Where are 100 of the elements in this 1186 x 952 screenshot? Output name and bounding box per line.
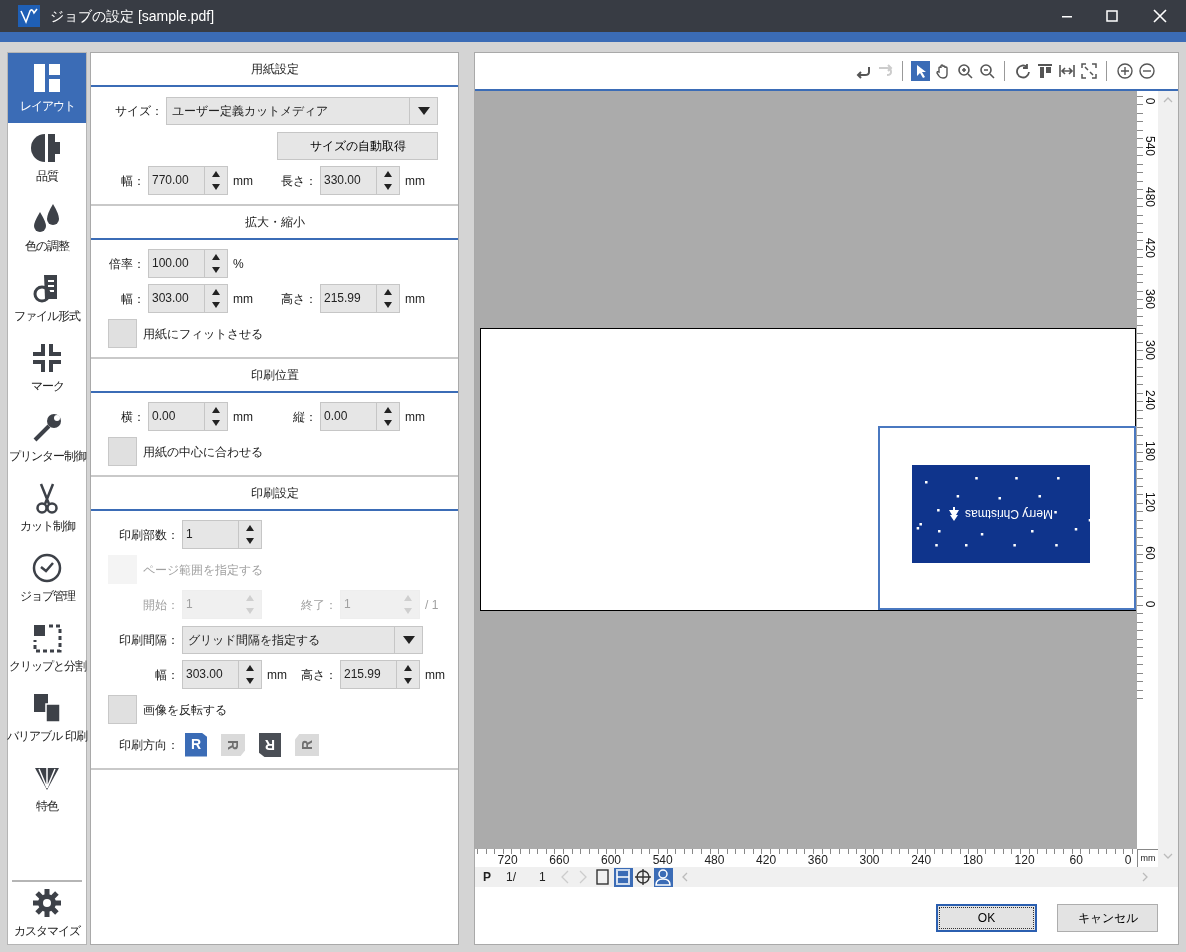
number-field[interactable]: 303.00 [182,660,262,689]
dropdown[interactable]: ユーザー定義カットメディア [166,96,438,125]
hand-icon [934,63,951,79]
number-field[interactable]: 303.00 [148,284,228,313]
page-number: 1/ [506,869,517,886]
number-field[interactable]: 330.00 [320,166,400,195]
down-arrow-icon [211,301,221,310]
number-field[interactable]: 0.00 [320,402,400,431]
up-arrow-icon [383,405,393,414]
ruler-label: 420 [756,854,777,866]
maximize-icon [1105,10,1118,22]
sidebar-item[interactable]: ファイル形式 [8,263,86,333]
ruler-label: 600 [601,854,621,866]
customize-item[interactable]: カスタマイズ [12,882,82,944]
up-arrow-icon [245,663,255,672]
dropdown[interactable]: グリッド間隔を指定する [182,625,423,654]
unit-label: mm [404,408,426,426]
ruler-label: 240 [1144,390,1156,411]
down-arrow-icon [403,677,413,686]
dropdown-arrow-icon [416,105,431,116]
number-field[interactable]: 0.00 [148,402,228,431]
toolbar-button[interactable] [1079,61,1098,81]
sidebar-item[interactable]: マーク [8,333,86,403]
toolbar-button[interactable] [911,61,930,81]
toolbar-button[interactable] [955,61,974,81]
view-button[interactable] [653,867,673,887]
down-arrow-icon [245,607,255,616]
field-label: 幅： [154,666,180,684]
fit-page-icon [1080,63,1097,79]
unit-label: mm [266,666,288,684]
field-label: サイズ： [114,102,164,120]
ruler-label: 300 [1144,339,1156,360]
field-label: 印刷部数： [118,526,180,544]
down-arrow-icon [383,301,393,310]
ruler-label: 300 [859,854,880,866]
unit-label: % [232,255,245,273]
down-arrow-icon [211,183,221,192]
selected-image-frame[interactable]: Merry Christmas [878,426,1136,610]
unit-label: mm [424,666,446,684]
number-field[interactable]: 100.00 [148,249,228,278]
orientation-option[interactable]: R [185,732,207,757]
field-label: 縦： [292,408,318,426]
unit-label: mm [232,290,254,308]
page-prefix: P [483,869,491,886]
ruler-label: 660 [549,854,570,866]
up-arrow-icon [211,405,221,414]
sidebar-item[interactable]: 特色 [8,753,86,823]
sidebar-item[interactable]: 色の調整 [8,193,86,263]
ruler-label: 120 [1014,854,1035,866]
wrench-icon [31,411,63,444]
page-count: 1 [539,869,546,886]
sidebar-item[interactable]: カット制御 [8,473,86,543]
up-arrow-icon [403,593,413,602]
toolbar-button[interactable] [1013,61,1032,81]
up-arrow-icon [211,252,221,261]
number-field[interactable]: 770.00 [148,166,228,195]
sidebar-item[interactable]: クリップと分割 [8,613,86,683]
auto-size-button[interactable]: サイズの自動取得 [277,131,438,160]
ruler-label: 360 [807,854,828,866]
cancel-button[interactable]: キャンセル [1057,904,1158,932]
number-field[interactable]: 1 [182,520,262,549]
up-arrow-icon [383,169,393,178]
number-field[interactable]: 215.99 [320,284,400,313]
artwork-text: Merry Christmas [965,506,1053,523]
view-button[interactable] [633,867,653,887]
up-arrow-icon [211,169,221,178]
section-header: 印刷設定 [91,477,458,511]
unit-label: mm [404,172,426,190]
down-arrow-icon [245,677,255,686]
toolbar-button[interactable] [1137,61,1156,81]
field-label: 印刷方向： [118,736,180,754]
ruler-label: 60 [1144,546,1156,560]
sidebar-item[interactable]: ジョブ管理 [8,543,86,613]
checkbox[interactable] [108,319,137,348]
down-arrow-icon [403,607,413,616]
ok-button[interactable]: OK [936,904,1037,932]
ruler-label: 360 [1144,288,1156,309]
crop-marks-icon [31,341,63,374]
layout-icon [31,61,63,94]
orientation-option[interactable]: R [259,732,281,757]
toolbar-button[interactable] [1035,61,1054,81]
field-label: 高さ： [300,666,338,684]
toolbar-button[interactable] [977,61,996,81]
fit-height-icon [614,868,633,886]
sidebar-item[interactable]: プリンター制御 [8,403,86,473]
sidebar-item[interactable]: レイアウト [8,53,86,123]
ruler-label: 0 [1144,97,1156,105]
toolbar-button[interactable] [1115,61,1134,81]
dropdown-arrow-icon [401,634,416,645]
up-arrow-icon [383,287,393,296]
section-header: 拡大・縮小 [91,206,458,240]
sidebar-item[interactable]: 品質 [8,123,86,193]
number-field[interactable]: 215.99 [340,660,420,689]
down-arrow-icon [383,183,393,192]
sidebar-item[interactable]: バリアブル 印刷 [8,683,86,753]
half-circle-icon [31,131,63,164]
fit-width-icon [1058,63,1075,79]
checkbox[interactable] [108,437,137,466]
checkbox[interactable] [108,695,137,724]
field-label: 開始： [142,596,180,614]
